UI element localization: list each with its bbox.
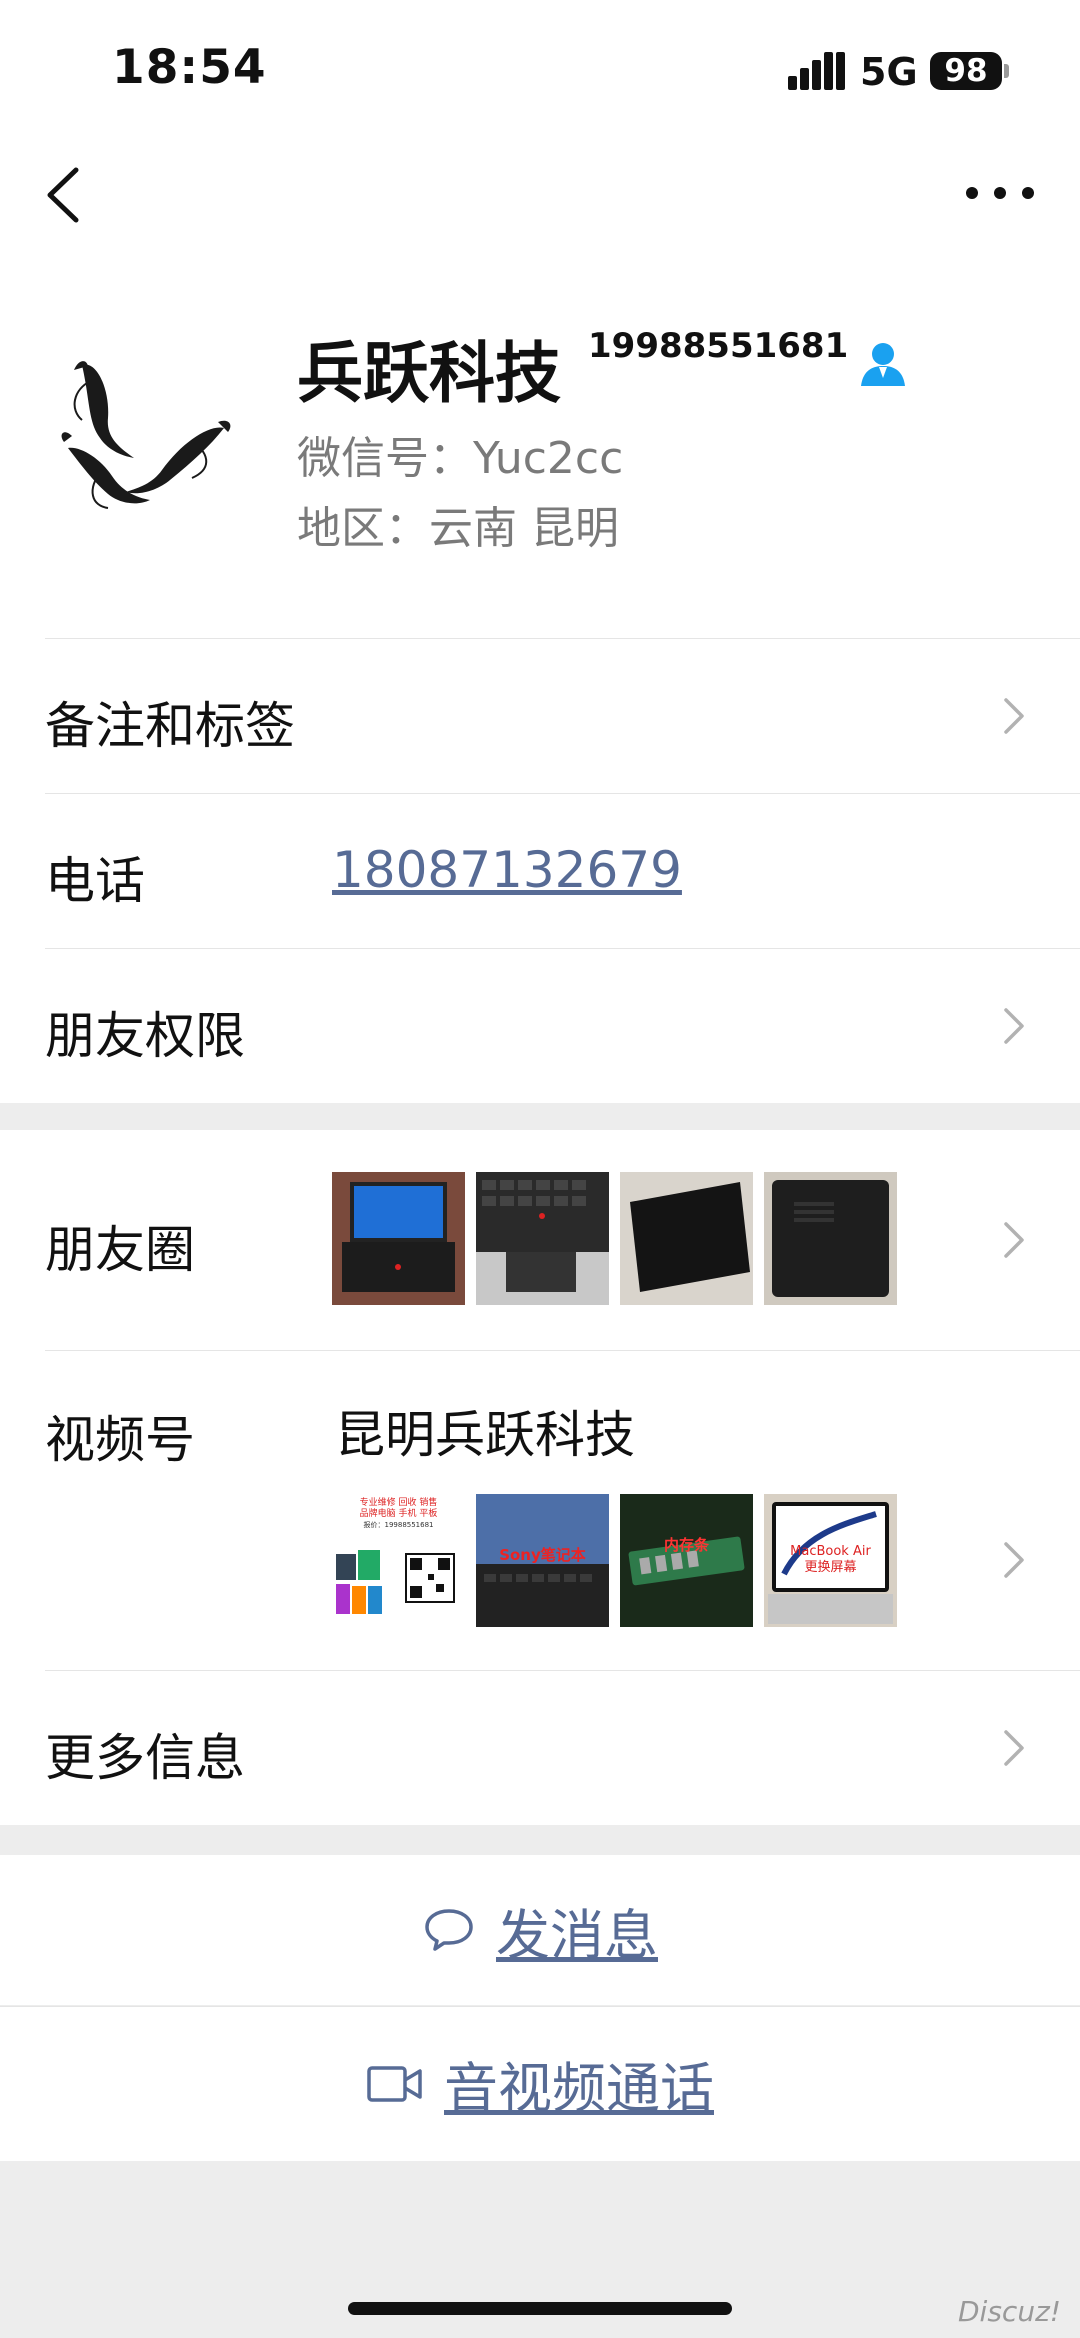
thumb-text: 内存条 [663,1536,709,1554]
thumb-text: MacBook Air [790,1544,871,1559]
channel-video-thumb: MacBook Air 更换屏幕 [764,1494,897,1627]
thumb-text: 报价：19988551681 [363,1521,434,1529]
status-bar: 18:54 5G 98 [0,0,1080,140]
chevron-right-icon [1004,1008,1024,1044]
channels-thumbnails: 专业维修 回收 销售 品牌电脑 手机 平板 报价：19988551681 Son… [332,1494,897,1627]
remarks-label: 备注和标签 [45,697,295,755]
row-moments[interactable]: 朋友圈 [0,1130,1080,1350]
moments-label: 朋友圈 [45,1221,195,1279]
contact-name-suffix: 19988551681 [588,326,849,366]
row-phone: 电话 18087132679 [0,793,1080,948]
divider [45,793,1080,794]
contact-name: 兵跃科技 [297,335,561,412]
thumb-text: 专业维修 回收 销售 [359,1498,438,1508]
thumb-text: 品牌电脑 手机 平板 [359,1509,438,1519]
channel-video-thumb: 专业维修 回收 销售 品牌电脑 手机 平板 报价：19988551681 [332,1494,465,1627]
chat-bubble-icon [425,1909,473,1951]
status-time: 18:54 [112,40,267,95]
region: 地区：云南 昆明 [297,503,619,554]
profile-header: 兵跃科技 19988551681 微信号：Yuc2cc 地区：云南 昆明 [0,250,1080,638]
chevron-right-icon [1004,1542,1024,1578]
divider [45,638,1080,639]
signal-icon [788,52,845,90]
thumb-text: 更换屏幕 [804,1560,857,1575]
home-indicator [348,2302,732,2315]
channel-video-thumb: Sony笔记本 [476,1494,609,1627]
call-content: 音视频通话 [0,2006,1080,2161]
thumb-graphic [620,1494,753,1627]
send-message-content: 发消息 [0,1855,1080,2005]
wechat-id: 微信号：Yuc2cc [297,433,624,484]
chevron-right-icon [1004,1222,1024,1258]
battery-level: 98 [930,52,1002,90]
row-channels[interactable]: 视频号 昆明兵跃科技 专业维修 回收 销售 品牌电脑 手机 平板 报价：1998… [0,1350,1080,1670]
video-camera-icon [367,2065,422,2102]
moments-photo [764,1172,897,1305]
channels-name: 昆明兵跃科技 [335,1406,635,1464]
contact-icon [861,343,905,386]
divider [45,1670,1080,1671]
moments-thumbnails [332,1172,897,1305]
battery-tip [1004,64,1009,78]
send-message-button[interactable]: 发消息 [0,1855,1080,2005]
chevron-right-icon [1004,698,1024,734]
avatar[interactable] [42,330,262,540]
row-more-info[interactable]: 更多信息 [0,1670,1080,1825]
divider [45,1350,1080,1351]
back-icon[interactable] [40,160,90,230]
send-message-label: 发消息 [496,1903,658,1967]
network-type: 5G [860,50,918,94]
permissions-label: 朋友权限 [45,1007,245,1065]
thumb-graphic [336,1550,455,1614]
watermark: Discuz! [958,2295,1061,2328]
row-remarks[interactable]: 备注和标签 [0,638,1080,793]
moments-photo [476,1172,609,1305]
channel-video-thumb: 内存条 [620,1494,753,1627]
call-label: 音视频通话 [444,2057,714,2120]
divider [45,948,1080,949]
nav-bar [0,140,1080,250]
voice-video-call-button[interactable]: 音视频通话 [0,2006,1080,2161]
moments-photo [620,1172,753,1305]
thumb-text: Sony笔记本 [499,1546,586,1564]
more-icon[interactable] [960,168,1040,218]
chevron-right-icon [1004,1730,1024,1766]
row-permissions[interactable]: 朋友权限 [0,948,1080,1103]
phone-label: 电话 [45,852,145,910]
moments-photo [332,1172,465,1305]
phone-number-link[interactable]: 18087132679 [332,841,682,899]
channels-label: 视频号 [45,1411,195,1469]
more-info-label: 更多信息 [45,1729,245,1787]
